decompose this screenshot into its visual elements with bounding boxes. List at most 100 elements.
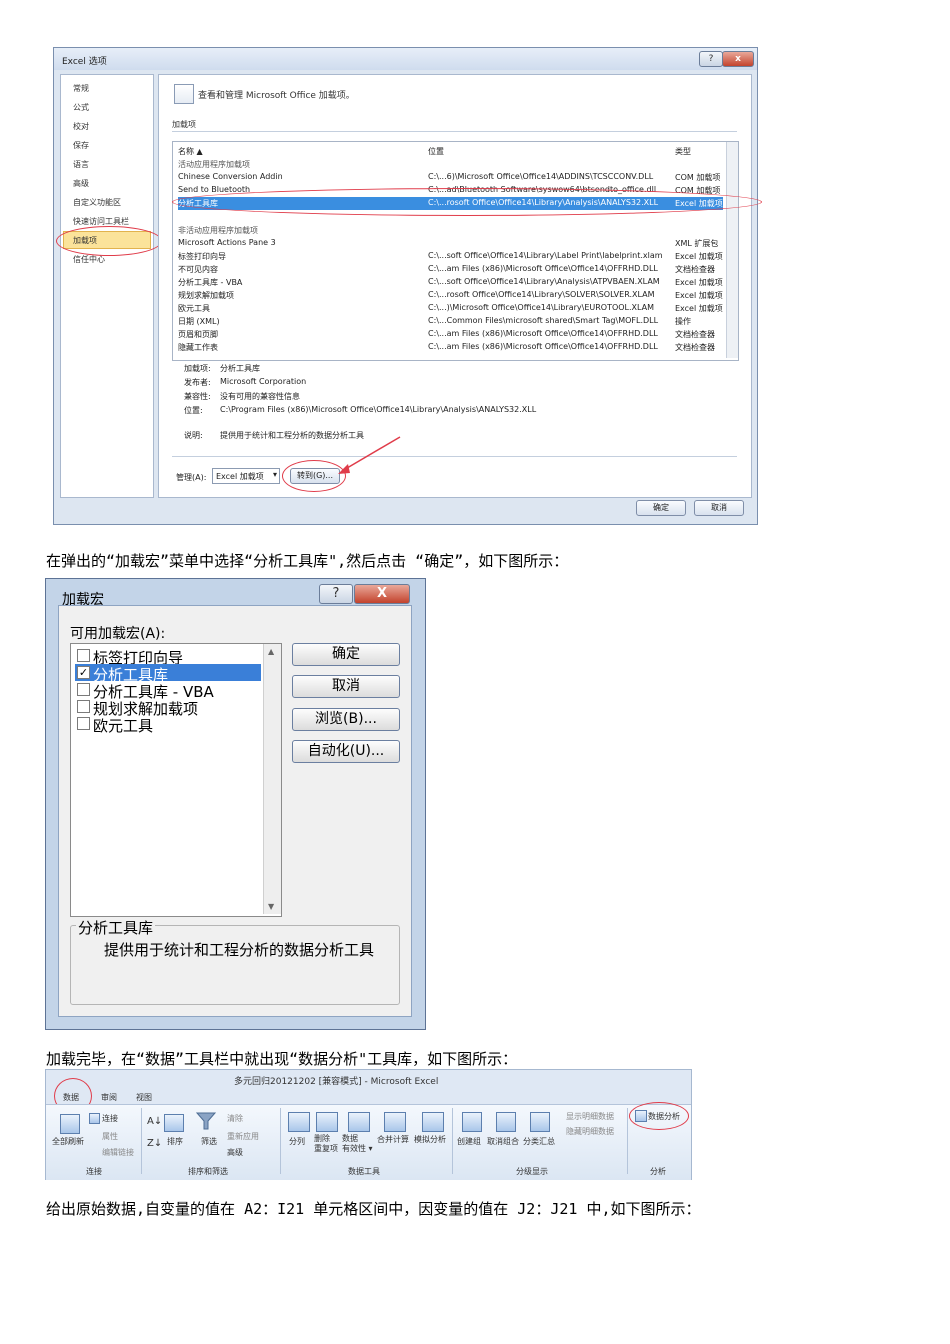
col-location-header[interactable]: 位置 (428, 146, 444, 157)
ungroup-icon[interactable] (496, 1112, 516, 1132)
table-row[interactable]: 规划求解加载项 C:\...rosoft Office\Office14\Lib… (178, 289, 723, 302)
filter-button[interactable]: 筛选 (201, 1136, 217, 1147)
properties-button[interactable]: 属性 (102, 1131, 118, 1142)
group-active: 活动应用程序加载项 (178, 160, 250, 169)
reapply-button[interactable]: 重新应用 (227, 1131, 259, 1142)
checkbox[interactable] (77, 649, 90, 662)
table-row[interactable]: 欧元工具 C:\...)\Microsoft Office\Office14\L… (178, 302, 723, 315)
connections-button[interactable]: 连接 (102, 1113, 118, 1124)
list-item[interactable]: 欧元工具 (75, 715, 265, 735)
paragraph-1: 在弹出的“加载宏”菜单中选择“分析工具库",然后点击 “确定”，如下图所示： (46, 552, 569, 570)
table-row[interactable]: 日期 (XML) C:\...Common Files\microsoft sh… (178, 315, 723, 328)
sort-asc-icon[interactable]: A↓ (147, 1116, 162, 1127)
table-row[interactable]: 页眉和页脚 C:\...am Files (x86)\Microsoft Off… (178, 328, 723, 341)
listbox-scrollbar[interactable]: ▲ ▼ (263, 644, 281, 914)
detail-compat: 没有可用的兼容性信息 (220, 392, 300, 401)
nav-formulas[interactable]: 公式 (73, 102, 89, 113)
detail-location: C:\Program Files (x86)\Microsoft Office\… (220, 405, 537, 414)
remove-duplicates-button[interactable]: 删除 重复项 (314, 1134, 338, 1154)
scroll-down-icon[interactable]: ▼ (268, 902, 274, 911)
filter-icon[interactable] (196, 1112, 216, 1130)
clear-button[interactable]: 清除 (227, 1113, 243, 1124)
what-if-analysis-button[interactable]: 模拟分析 (414, 1134, 446, 1145)
edit-links-button[interactable]: 编辑链接 (102, 1147, 134, 1158)
addin-close-button[interactable]: X (354, 584, 410, 604)
nav-save[interactable]: 保存 (73, 140, 89, 151)
options-nav: 常规 公式 校对 保存 语言 高级 自定义功能区 快速访问工具栏 加载项 信任中… (60, 74, 154, 498)
list-item-selected[interactable]: ✓ 分析工具库 (75, 664, 261, 684)
subtotal-button[interactable]: 分类汇总 (523, 1136, 555, 1147)
checkbox[interactable]: ✓ (77, 666, 90, 679)
nav-general[interactable]: 常规 (73, 83, 89, 94)
addin-help-button[interactable]: ? (319, 584, 353, 604)
nav-proofing[interactable]: 校对 (73, 121, 89, 132)
ok-button[interactable]: 确定 (636, 500, 686, 516)
detail-publisher-label: 发布者: (184, 378, 211, 387)
split-icon[interactable] (288, 1112, 310, 1132)
excel-ribbon: 多元回归20121202 [兼容模式] - Microsoft Excel 数据… (45, 1069, 692, 1180)
what-if-icon[interactable] (422, 1112, 444, 1132)
manage-divider (172, 456, 737, 457)
group-icon[interactable] (462, 1112, 482, 1132)
subtotal-icon[interactable] (530, 1112, 550, 1132)
list-item[interactable]: 分析工具库 - VBA (75, 681, 265, 701)
nav-language[interactable]: 语言 (73, 159, 89, 170)
paragraph-3: 给出原始数据,自变量的值在 A2：I21 单元格区间中，因变量的值在 J2：J2… (46, 1200, 701, 1218)
group-data-tools-label: 数据工具 (348, 1167, 380, 1176)
addin-cancel-button[interactable]: 取消 (292, 675, 400, 698)
show-detail-button[interactable]: 显示明细数据 (566, 1111, 614, 1122)
list-item[interactable]: 规划求解加载项 (75, 698, 265, 718)
cancel-button[interactable]: 取消 (694, 500, 744, 516)
addin-listbox[interactable]: 标签打印向导 ✓ 分析工具库 分析工具库 - VBA 规划求解加载项 欧元工具 … (70, 643, 282, 917)
data-analysis-annotation-circle (629, 1102, 689, 1130)
list-item[interactable]: 标签打印向导 (75, 647, 265, 667)
scroll-up-icon[interactable]: ▲ (268, 647, 274, 656)
detail-publisher: Microsoft Corporation (220, 377, 307, 386)
col-type-header[interactable]: 类型 (675, 146, 691, 157)
sort-button[interactable]: 排序 (167, 1136, 183, 1147)
nav-addins-annotation-circle (56, 226, 162, 256)
ungroup-button[interactable]: 取消组合 (487, 1136, 519, 1147)
advanced-button[interactable]: 高级 (227, 1147, 243, 1158)
validation-icon[interactable] (348, 1112, 370, 1132)
addin-ok-button[interactable]: 确定 (292, 643, 400, 666)
addins-icon (174, 84, 194, 104)
text-to-columns-button[interactable]: 分列 (289, 1136, 305, 1147)
table-row[interactable]: 分析工具库 - VBA C:\...soft Office\Office14\L… (178, 276, 723, 289)
help-button[interactable]: ? (699, 51, 723, 67)
checkbox[interactable] (77, 683, 90, 696)
browse-button[interactable]: 浏览(B)... (292, 708, 400, 731)
table-row[interactable]: 不可见内容 C:\...am Files (x86)\Microsoft Off… (178, 263, 723, 276)
automation-button[interactable]: 自动化(U)... (292, 740, 400, 763)
nav-advanced[interactable]: 高级 (73, 178, 89, 189)
consolidate-icon[interactable] (384, 1112, 406, 1132)
manage-select[interactable]: Excel 加载项 ▾ (212, 468, 280, 484)
tab-review[interactable]: 审阅 (101, 1092, 117, 1103)
create-group-button[interactable]: 创建组 (457, 1136, 481, 1147)
hide-detail-button[interactable]: 隐藏明细数据 (566, 1126, 614, 1137)
table-row[interactable]: 标签打印向导 C:\...soft Office\Office14\Librar… (178, 250, 723, 263)
sort-icon[interactable] (164, 1114, 184, 1132)
table-scrollbar[interactable] (726, 142, 738, 358)
consolidate-button[interactable]: 合并计算 (377, 1134, 409, 1145)
refresh-all-button[interactable]: 全部刷新 (52, 1136, 84, 1147)
close-button[interactable]: x (722, 51, 754, 67)
remove-duplicates-icon[interactable] (316, 1112, 338, 1132)
group-inactive: 非活动应用程序加载项 (178, 226, 258, 235)
selected-row-annotation-ellipse (172, 188, 762, 216)
checkbox[interactable] (77, 717, 90, 730)
description-text: 提供用于统计和工程分析的数据分析工具 (104, 941, 375, 959)
sort-desc-icon[interactable]: Z↓ (147, 1138, 162, 1149)
tab-view[interactable]: 视图 (136, 1092, 152, 1103)
checkbox[interactable] (77, 700, 90, 713)
table-row[interactable]: Microsoft Actions Pane 3 XML 扩展包 (178, 237, 723, 250)
refresh-icon[interactable] (60, 1114, 80, 1134)
nav-customize-ribbon[interactable]: 自定义功能区 (73, 197, 121, 208)
options-header-text: 查看和管理 Microsoft Office 加载项。 (198, 91, 355, 101)
annotation-arrow-icon (338, 436, 401, 474)
table-row[interactable]: 隐藏工作表 C:\...am Files (x86)\Microsoft Off… (178, 341, 723, 354)
col-name-header[interactable]: 名称 ▲ (178, 146, 203, 157)
data-validation-button[interactable]: 数据 有效性 ▾ (342, 1134, 373, 1154)
manage-label: 管理(A): (176, 473, 207, 482)
table-row[interactable]: Chinese Conversion Addin C:\...6)\Micros… (178, 171, 723, 184)
